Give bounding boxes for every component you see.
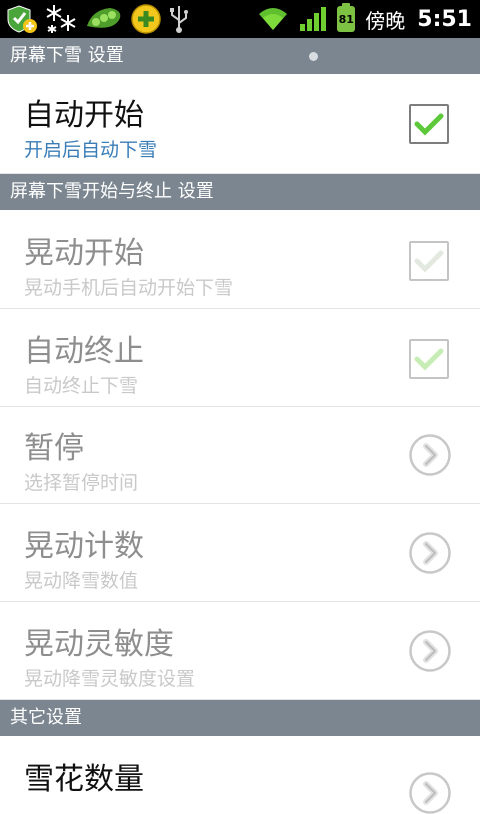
carrier-label: 傍晚: [365, 8, 406, 33]
checkmark-icon: [414, 113, 444, 136]
status-bar: 81 傍晚 5:51: [0, 0, 480, 38]
shield-plus-icon: [7, 5, 37, 33]
clock: 5:51: [417, 6, 472, 32]
battery-level: 81: [338, 12, 354, 26]
row-shake-count[interactable]: 晃动计数 晃动降雪数值: [0, 505, 480, 602]
row-subtitle: 开启后自动下雪: [24, 139, 158, 161]
battery-icon: 81: [337, 3, 356, 32]
section-header-start-stop: 屏幕下雪开始与终止 设置: [0, 174, 480, 210]
peas-icon: [87, 8, 121, 28]
section-header-label: 屏幕下雪 设置: [10, 45, 124, 66]
row-title: 暂停: [24, 431, 84, 466]
chevron-right-icon[interactable]: [409, 772, 451, 814]
chevron-right-icon[interactable]: [409, 434, 451, 476]
system-icons: 81 傍晚 5:51: [257, 3, 472, 35]
row-snowflake-count[interactable]: 雪花数量: [0, 738, 480, 814]
row-title: 晃动灵敏度: [24, 627, 174, 662]
auto-start-checkbox[interactable]: [409, 104, 449, 144]
row-subtitle: 晃动降雪数值: [24, 570, 139, 592]
row-subtitle: 晃动降雪灵敏度设置: [24, 668, 196, 690]
wifi-icon: [259, 8, 288, 30]
notification-icons: [6, 3, 190, 35]
row-title: 晃动计数: [24, 529, 144, 564]
row-pause[interactable]: 暂停 选择暂停时间: [0, 407, 480, 504]
row-title: 雪花数量: [24, 762, 144, 797]
row-subtitle: 选择暂停时间: [24, 472, 139, 494]
section-header-label: 屏幕下雪开始与终止 设置: [10, 181, 214, 202]
shake-start-checkbox[interactable]: [409, 241, 449, 281]
row-shake-start[interactable]: 晃动开始 晃动手机后自动开始下雪: [0, 212, 480, 309]
chevron-right-icon[interactable]: [409, 532, 451, 574]
add-coin-icon: [131, 4, 161, 34]
row-title: 自动开始: [24, 98, 144, 133]
row-subtitle: 晃动手机后自动开始下雪: [24, 277, 234, 299]
chevron-right-icon[interactable]: [409, 630, 451, 672]
signal-icon: [300, 7, 327, 31]
row-auto-start[interactable]: 自动开始 开启后自动下雪: [0, 74, 480, 174]
row-shake-sensitivity[interactable]: 晃动灵敏度 晃动降雪灵敏度设置: [0, 603, 480, 700]
section-header-snow: 屏幕下雪 设置: [0, 38, 480, 74]
snowflakes-icon: [46, 5, 76, 33]
row-auto-stop[interactable]: 自动终止 自动终止下雪: [0, 310, 480, 407]
section-header-other: 其它设置: [0, 700, 480, 736]
row-subtitle: 自动终止下雪: [24, 375, 139, 397]
usb-icon: [170, 6, 188, 33]
checkmark-icon: [414, 348, 444, 371]
checkmark-icon: [414, 250, 444, 273]
auto-stop-checkbox[interactable]: [409, 339, 449, 379]
scroll-indicator: [309, 52, 318, 61]
section-header-label: 其它设置: [10, 707, 82, 728]
row-title: 自动终止: [24, 334, 144, 369]
row-title: 晃动开始: [24, 236, 144, 271]
